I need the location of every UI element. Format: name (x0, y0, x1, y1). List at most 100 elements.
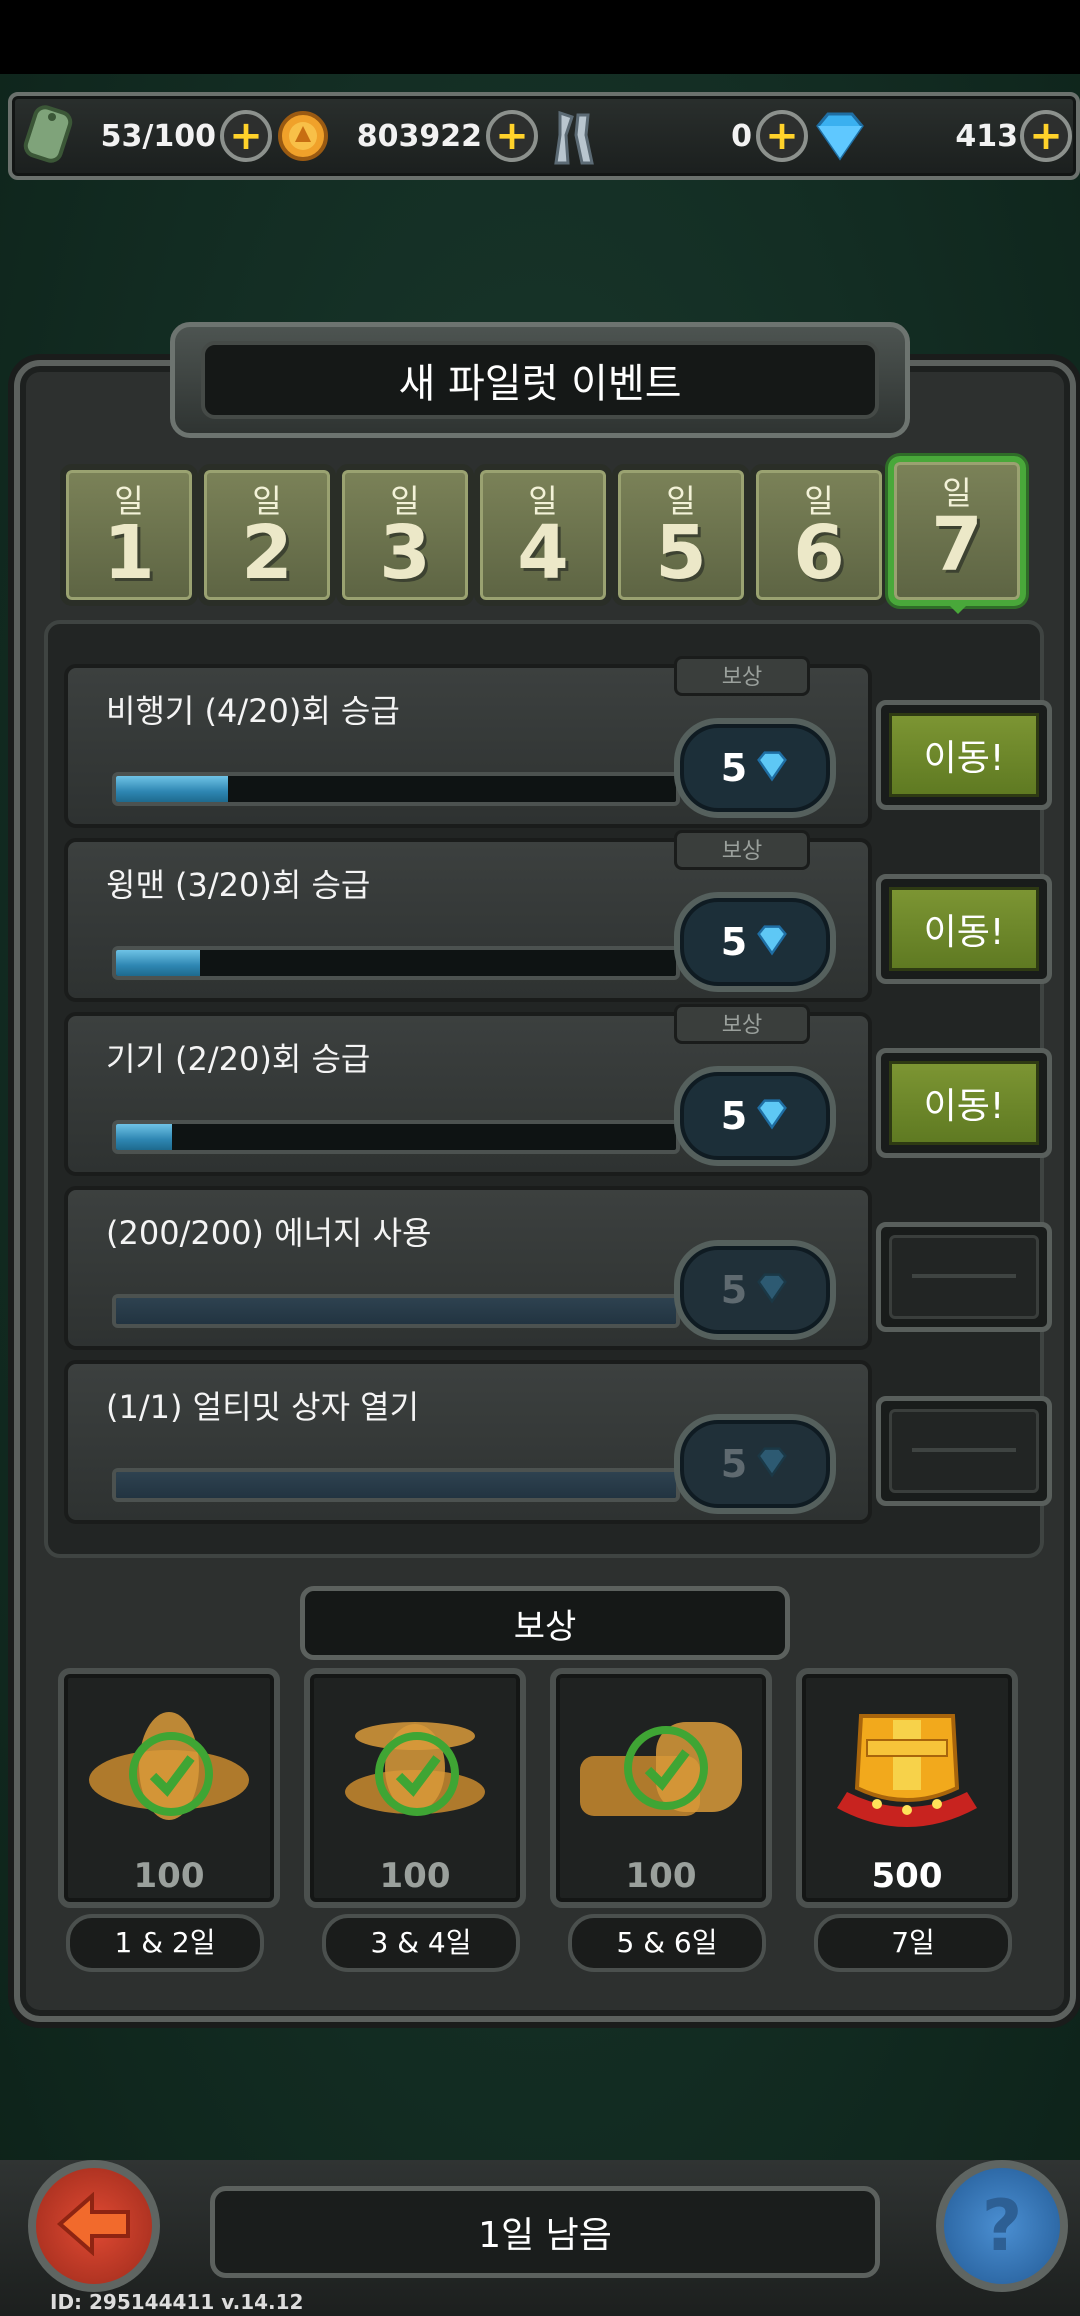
add-energy-button[interactable]: + (220, 110, 272, 162)
reward-pill: 5 (674, 1240, 836, 1340)
claimed-slot (876, 1396, 1052, 1506)
tab-day-6[interactable]: 일 6 (750, 464, 888, 606)
claimed-slot (876, 1222, 1052, 1332)
reward-pill: 5 (674, 892, 836, 992)
resource-bar: 53/100 + 803922 + 0 + 413 + (8, 92, 1080, 180)
reward-tag: 보상 (674, 830, 810, 870)
reward-pill: 5 (674, 1066, 836, 1166)
reward-tag: 보상 (674, 656, 810, 696)
progress-fill (116, 776, 228, 802)
tab-day-number: 1 (103, 510, 155, 596)
gem-icon (755, 1098, 789, 1134)
gem-icon (755, 924, 789, 960)
reward-card[interactable]: 100 (58, 1668, 280, 1908)
go-button-label[interactable]: 이동! (889, 1061, 1039, 1145)
tab-day-number: 6 (793, 510, 845, 596)
day-tabs: 일 1 일 2 일 3 일 4 일 5 일 6 일 7 (48, 452, 1028, 606)
title-inner: 새 파일럿 이벤트 (201, 341, 879, 419)
task-item: 기기 (2/20)회 승급 보상 5 이동! (64, 1004, 1052, 1176)
tab-day-3[interactable]: 일 3 (336, 464, 474, 606)
reward-pill: 5 (674, 718, 836, 818)
wrench-icon (542, 96, 600, 176)
reward-amount: 5 (720, 1094, 748, 1138)
dogtag-icon (22, 103, 74, 169)
reward-days-label: 5 & 6일 (568, 1914, 766, 1972)
tab-day-7[interactable]: 일 7 (888, 456, 1026, 606)
go-button-label[interactable]: 이동! (889, 713, 1039, 797)
back-button[interactable] (28, 2160, 160, 2292)
task-label: 윙맨 (3/20)회 승급 (106, 866, 371, 904)
reward-amount: 5 (720, 1442, 748, 1486)
reward-tag: 보상 (674, 1004, 810, 1044)
rewards-title: 보상 (513, 1606, 577, 1647)
tab-day-1[interactable]: 일 1 (60, 464, 198, 606)
reward-amount: 5 (720, 746, 748, 790)
rewards-title-frame: 보상 (300, 1586, 790, 1660)
tab-day-4[interactable]: 일 4 (474, 464, 612, 606)
task-label: (200/200) 에너지 사용 (106, 1214, 432, 1252)
progress-fill (116, 1298, 676, 1324)
progress-bar (112, 1120, 680, 1154)
active-tab-pointer (944, 600, 972, 614)
milestone-rewards: 100 1 & 2일 100 3 & 4일 100 5 & 6일 500 7일 (38, 1660, 1044, 1990)
tab-day-number: 5 (655, 510, 707, 596)
task-label: 비행기 (4/20)회 승급 (106, 692, 400, 730)
go-button-label[interactable]: 이동! (889, 887, 1039, 971)
build-id: ID: 295144411 v.14.12 (50, 2290, 304, 2314)
energy-plus-wrap: + (220, 96, 272, 176)
add-gold-button[interactable]: + (486, 110, 538, 162)
progress-bar (112, 772, 680, 806)
gold-value-wrap: 803922 (332, 96, 482, 176)
tab-day-number: 2 (241, 510, 293, 596)
go-button[interactable]: 이동! (876, 1048, 1052, 1158)
gold-coin-icon (276, 96, 330, 176)
empty-slot (889, 1235, 1039, 1319)
gems-plus-wrap: + (1020, 96, 1072, 176)
progress-bar (112, 946, 680, 980)
task-label: (1/1) 얼티밋 상자 열기 (106, 1388, 420, 1426)
task-list: 비행기 (4/20)회 승급 보상 5 이동! 윙맨 (3/20)회 승급 보상… (44, 620, 1052, 1558)
task-item-completed: (1/1) 얼티밋 상자 열기 5 (64, 1360, 1052, 1524)
question-mark-icon: ? (981, 2185, 1023, 2267)
device-reward-icon (566, 1686, 756, 1856)
tab-day-number: 3 (379, 510, 431, 596)
reward-days-label: 1 & 2일 (66, 1914, 264, 1972)
tab-day-2[interactable]: 일 2 (198, 464, 336, 606)
task-label: 기기 (2/20)회 승급 (106, 1040, 371, 1078)
reward-card-grand[interactable]: 500 (796, 1668, 1018, 1908)
reward-amount: 100 (379, 1856, 451, 1896)
parts-value-wrap: 0 (612, 96, 752, 176)
add-parts-button[interactable]: + (756, 110, 808, 162)
add-gems-button[interactable]: + (1020, 110, 1072, 162)
energy-value: 53/100 (100, 118, 216, 154)
reward-amount: 100 (133, 1856, 205, 1896)
help-button[interactable]: ? (936, 2160, 1068, 2292)
parts-plus-wrap: + (756, 96, 808, 176)
page-title: 새 파일럿 이벤트 (398, 361, 682, 407)
tab-day-number: 4 (517, 510, 569, 596)
reward-amount: 100 (625, 1856, 697, 1896)
reward-amount: 5 (720, 920, 748, 964)
gems-value-wrap: 413 (882, 96, 1018, 176)
progress-fill (116, 1124, 172, 1150)
plane-reward-icon (74, 1686, 264, 1856)
tab-day-5[interactable]: 일 5 (612, 464, 750, 606)
energy-resource (22, 96, 74, 176)
gems-value: 413 (955, 118, 1018, 154)
task-item-completed: (200/200) 에너지 사용 5 (64, 1186, 1052, 1350)
status-bar (0, 0, 1080, 74)
go-button[interactable]: 이동! (876, 874, 1052, 984)
reward-days-label: 7일 (814, 1914, 1012, 1972)
gold-trophy-icon (812, 1686, 1002, 1856)
wingman-reward-icon (320, 1686, 510, 1856)
task-item: 비행기 (4/20)회 승급 보상 5 이동! (64, 656, 1052, 828)
reward-days-label: 3 & 4일 (322, 1914, 520, 1972)
reward-card[interactable]: 100 (304, 1668, 526, 1908)
days-remaining: 1일 남음 (478, 2215, 612, 2256)
back-arrow-icon (56, 2191, 132, 2260)
progress-bar (112, 1294, 680, 1328)
go-button[interactable]: 이동! (876, 700, 1052, 810)
empty-slot (889, 1409, 1039, 1493)
reward-card[interactable]: 100 (550, 1668, 772, 1908)
reward-amount: 5 (720, 1268, 748, 1312)
